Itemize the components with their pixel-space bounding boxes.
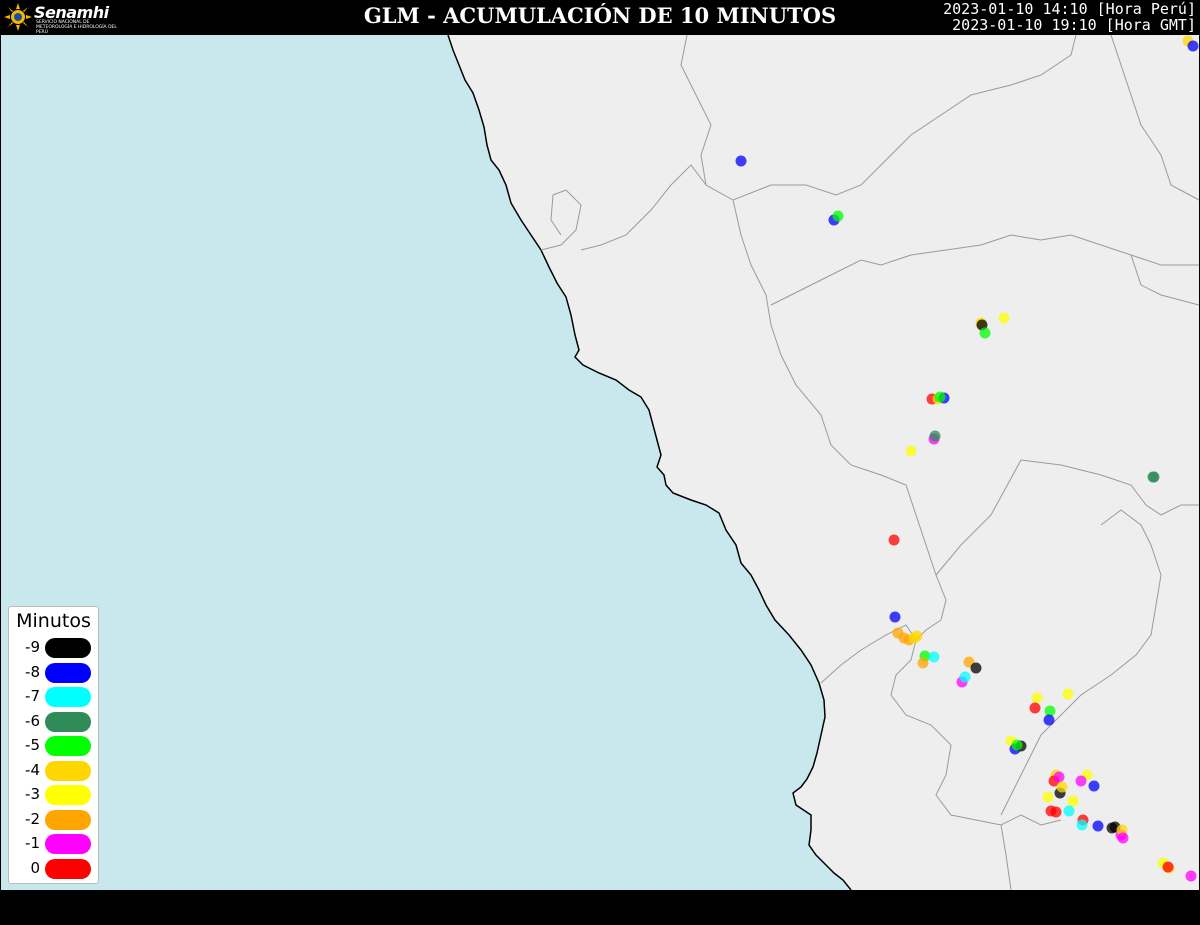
legend-label: -5 [25,736,40,754]
legend-swatch [45,785,91,805]
lightning-strike [1088,780,1100,792]
legend-label: -6 [25,711,40,730]
lightning-strike [1029,702,1041,714]
header-bar: Senamhi SERVICIO NACIONAL DE METEOROLOGÍ… [0,0,1200,35]
lightning-strike [1053,771,1065,783]
legend-swatch [45,662,91,683]
lightning-strike [1050,806,1062,818]
legend-item: -4 [9,759,98,783]
legend-title: Minutos [16,610,91,632]
legend-swatch [45,711,91,732]
legend-item: -6 [9,710,98,734]
footer-bar [0,890,1200,925]
lightning-strike [1031,692,1043,704]
lightning-strike [917,657,929,669]
legend-item: -3 [9,783,98,807]
legend-label: -8 [25,662,40,681]
lightning-strike [1011,739,1023,751]
lightning-strike [1076,819,1088,831]
legend-swatch [45,858,91,879]
map-canvas[interactable] [1,35,1199,890]
legend-item: -5 [9,734,98,758]
lightning-strike [1162,861,1174,873]
lightning-strike [1185,870,1197,882]
lightning-strike [979,327,991,339]
lightning-strike [735,155,747,167]
legend-label: -3 [25,785,40,803]
legend-swatch [45,809,91,830]
lightning-strike [1043,714,1055,726]
lightning-strike [1042,791,1054,803]
lightning-strike [911,630,923,642]
timestamp-local: 2023-01-10 14:10 [Hora Perú] [943,0,1196,18]
legend-swatch [45,760,91,781]
legend-item: -8 [9,661,98,685]
legend-label: -2 [25,809,40,828]
lightning-strike [1067,795,1079,807]
legend-label: 0 [30,858,40,877]
legend-item: -2 [9,808,98,832]
legend-label: -7 [25,687,40,705]
legend-label: -1 [25,834,40,852]
lightning-strike [929,430,941,442]
legend-item: 0 [9,857,98,881]
legend-item: -7 [9,685,98,709]
lightning-strike [998,312,1010,324]
legend-swatch [45,687,91,707]
lightning-strike [1075,775,1087,787]
lightning-strike [1063,805,1075,817]
legend-label: -4 [25,760,40,779]
timestamp-gmt: 2023-01-10 19:10 [Hora GMT] [952,16,1196,34]
lightning-strike [1056,781,1068,793]
lightning-strike [959,671,971,683]
lightning-strike [1187,40,1199,52]
lightning-strike [1092,820,1104,832]
legend-swatch [45,638,91,658]
legend-label: -9 [25,638,40,656]
legend-swatch [45,834,91,854]
lightning-strike [1147,471,1159,483]
lightning-strike [832,210,844,222]
legend-item: -9 [9,636,98,660]
lightning-strike [928,651,940,663]
lightning-strike [905,445,917,457]
lightning-strike [970,662,982,674]
lightning-strike [1117,832,1129,844]
legend: Minutos -9 -8 -7 -6 -5 -4 -3 -2 -1 0 [8,606,99,884]
lightning-strike [1062,688,1074,700]
legend-swatch [45,736,91,756]
legend-item: -1 [9,832,98,856]
lightning-strike [889,611,901,623]
lightning-strike [888,534,900,546]
lightning-strike [934,391,946,403]
